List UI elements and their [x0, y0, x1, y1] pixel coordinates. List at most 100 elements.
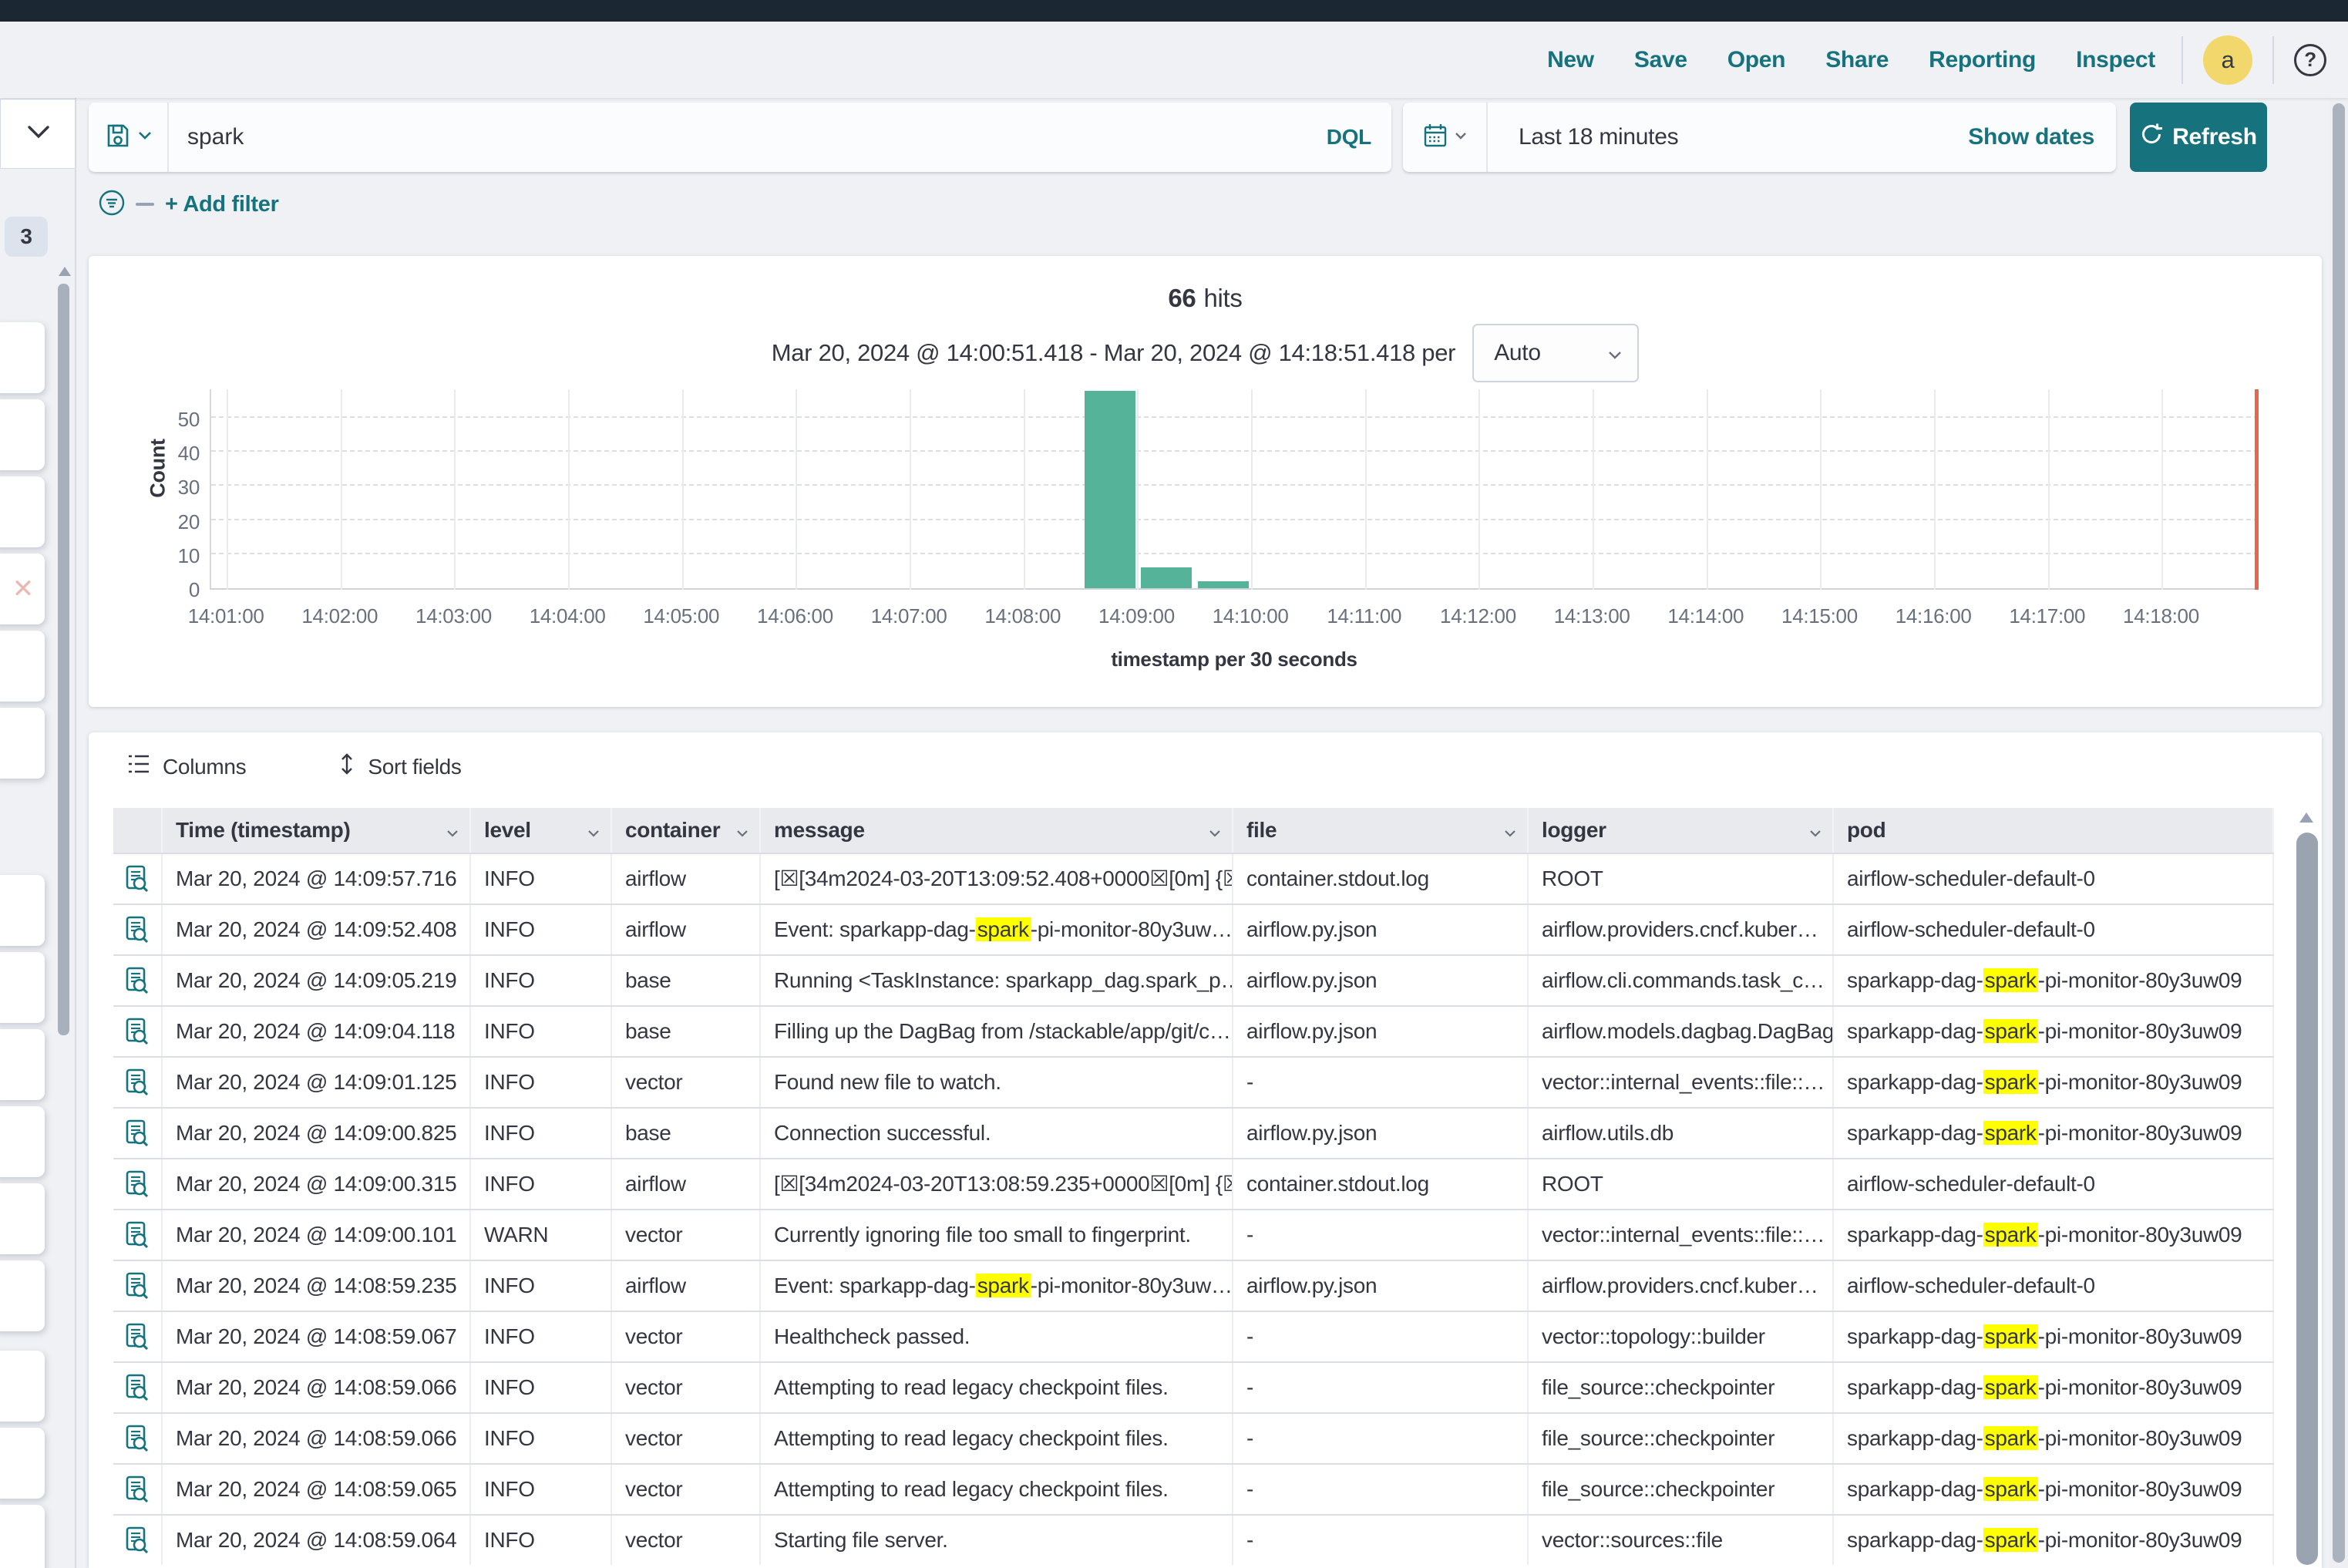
collapsed-field-card[interactable]: [0, 1106, 45, 1177]
collapsed-field-card[interactable]: [0, 1260, 45, 1331]
sidebar-scrollbar-thumb[interactable]: [58, 284, 69, 1035]
chevron-down-icon[interactable]: [1209, 818, 1221, 843]
chevron-down-icon[interactable]: [1809, 818, 1822, 843]
refresh-icon: [2140, 123, 2163, 152]
table-row[interactable]: Mar 20, 2024 @ 14:09:04.118INFObaseFilli…: [113, 1005, 2274, 1056]
page-scrollbar-thumb[interactable]: [2333, 103, 2345, 1563]
expand-document-icon[interactable]: [113, 1210, 163, 1260]
table-header-logger[interactable]: logger: [1529, 808, 1834, 853]
collapsed-field-card[interactable]: [0, 631, 45, 702]
table-header-message[interactable]: message: [761, 808, 1233, 853]
expand-document-icon[interactable]: [113, 956, 163, 1005]
help-icon[interactable]: ?: [2294, 44, 2326, 76]
x-gridline: [1707, 389, 1708, 590]
nav-link-reporting[interactable]: Reporting: [1929, 47, 2036, 73]
table-row[interactable]: Mar 20, 2024 @ 14:09:01.125INFOvectorFou…: [113, 1056, 2274, 1107]
search-highlight: spark: [1983, 1528, 2038, 1552]
table-header-pod[interactable]: pod: [1834, 808, 2274, 853]
collapsed-field-card[interactable]: [0, 476, 45, 547]
expand-document-icon[interactable]: [113, 1312, 163, 1361]
query-language-button[interactable]: DQL: [1327, 125, 1391, 150]
collapsed-field-card[interactable]: [0, 1351, 45, 1422]
saved-query-menu-button[interactable]: [89, 103, 169, 172]
filter-icon[interactable]: [97, 188, 126, 221]
table-row[interactable]: Mar 20, 2024 @ 14:09:00.825INFObaseConne…: [113, 1107, 2274, 1158]
sort-fields-button[interactable]: Sort fields: [338, 752, 461, 781]
nav-link-save[interactable]: Save: [1634, 47, 1687, 73]
cell-message: Attempting to read legacy checkpoint fil…: [761, 1414, 1233, 1463]
table-row[interactable]: Mar 20, 2024 @ 14:08:59.235INFOairflowEv…: [113, 1260, 2274, 1311]
collapsed-field-card[interactable]: [0, 1029, 45, 1100]
sidebar-collapse-button[interactable]: [0, 99, 76, 169]
interval-select[interactable]: Auto: [1472, 324, 1639, 382]
search-input[interactable]: [169, 103, 1327, 172]
sidebar-scrollbar-arrow-icon[interactable]: [59, 267, 71, 276]
chevron-down-icon[interactable]: [736, 818, 748, 843]
table-header-level[interactable]: level: [471, 808, 612, 853]
date-quick-select-button[interactable]: [1403, 103, 1488, 172]
cell-container: airflow: [612, 1159, 761, 1209]
collapsed-field-card[interactable]: [0, 399, 45, 470]
table-row[interactable]: Mar 20, 2024 @ 14:08:59.066INFOvectorAtt…: [113, 1361, 2274, 1412]
collapsed-field-card[interactable]: [0, 875, 45, 946]
collapsed-field-card[interactable]: [0, 1428, 45, 1499]
collapsed-field-card[interactable]: [0, 1183, 45, 1254]
table-header-time-timestamp-[interactable]: Time (timestamp): [163, 808, 471, 853]
collapsed-field-card[interactable]: [0, 1505, 45, 1568]
collapsed-field-card[interactable]: ✕: [0, 554, 45, 624]
close-icon[interactable]: ✕: [12, 574, 34, 604]
expand-document-icon[interactable]: [113, 1414, 163, 1463]
expand-document-icon[interactable]: [113, 1058, 163, 1107]
table-row[interactable]: Mar 20, 2024 @ 14:08:59.065INFOvectorAtt…: [113, 1463, 2274, 1514]
columns-button[interactable]: Columns: [127, 754, 246, 779]
expand-document-icon[interactable]: [113, 1516, 163, 1565]
cell-level: INFO: [471, 1058, 612, 1107]
table-row[interactable]: Mar 20, 2024 @ 14:08:59.064INFOvectorSta…: [113, 1514, 2274, 1565]
expand-document-icon[interactable]: [113, 905, 163, 954]
histogram-bar: [1141, 567, 1192, 588]
hits-suffix: hits: [1203, 284, 1242, 312]
expand-document-icon[interactable]: [113, 1159, 163, 1209]
cell-container: base: [612, 1007, 761, 1056]
cell-level: INFO: [471, 1363, 612, 1412]
show-dates-button[interactable]: Show dates: [1968, 124, 2116, 150]
table-header-container[interactable]: container: [612, 808, 761, 853]
cell-logger: airflow.providers.cncf.kuber…: [1529, 905, 1834, 954]
collapsed-field-card[interactable]: [0, 952, 45, 1023]
expand-document-icon[interactable]: [113, 1465, 163, 1514]
table-row[interactable]: Mar 20, 2024 @ 14:09:00.101WARNvectorCur…: [113, 1209, 2274, 1260]
expand-document-icon[interactable]: [113, 854, 163, 903]
table-row[interactable]: Mar 20, 2024 @ 14:09:52.408INFOairflowEv…: [113, 903, 2274, 954]
cell-time-timestamp-: Mar 20, 2024 @ 14:09:00.315: [163, 1159, 471, 1209]
nav-link-inspect[interactable]: Inspect: [2076, 47, 2155, 73]
expand-document-icon[interactable]: [113, 1007, 163, 1056]
refresh-button[interactable]: Refresh: [2130, 103, 2267, 172]
add-filter-button[interactable]: + Add filter: [165, 192, 279, 217]
time-range-value[interactable]: Last 18 minutes: [1488, 124, 1968, 150]
search-highlight: spark: [1983, 1070, 2038, 1094]
nav-link-new[interactable]: New: [1547, 47, 1594, 73]
avatar[interactable]: a: [2203, 35, 2252, 85]
expand-document-icon[interactable]: [113, 1109, 163, 1158]
cell-time-timestamp-: Mar 20, 2024 @ 14:08:59.066: [163, 1363, 471, 1412]
expand-document-icon[interactable]: [113, 1363, 163, 1412]
cell-container: vector: [612, 1210, 761, 1260]
table-row[interactable]: Mar 20, 2024 @ 14:08:59.066INFOvectorAtt…: [113, 1412, 2274, 1463]
table-scrollbar-thumb[interactable]: [2296, 833, 2318, 1565]
nav-link-share[interactable]: Share: [1825, 47, 1889, 73]
table-row[interactable]: Mar 20, 2024 @ 14:09:00.315INFOairflow[☒…: [113, 1158, 2274, 1209]
collapsed-field-card[interactable]: [0, 708, 45, 779]
nav-link-open[interactable]: Open: [1727, 47, 1785, 73]
expand-document-icon[interactable]: [113, 1261, 163, 1311]
table-row[interactable]: Mar 20, 2024 @ 14:08:59.067INFOvectorHea…: [113, 1311, 2274, 1361]
collapsed-field-card[interactable]: [0, 322, 45, 393]
table-row[interactable]: Mar 20, 2024 @ 14:09:05.219INFObaseRunni…: [113, 954, 2274, 1005]
chevron-down-icon[interactable]: [1504, 818, 1516, 843]
search-highlight: spark: [1983, 1426, 2038, 1450]
chevron-down-icon[interactable]: [587, 818, 600, 843]
table-header-file[interactable]: file: [1233, 808, 1529, 853]
app-header: New Save Open Share Reporting Inspect a ?: [0, 22, 2348, 98]
chevron-down-icon[interactable]: [446, 818, 459, 843]
table-row[interactable]: Mar 20, 2024 @ 14:09:57.716INFOairflow[☒…: [113, 853, 2274, 903]
table-scrollbar-arrow-icon[interactable]: [2299, 813, 2313, 823]
